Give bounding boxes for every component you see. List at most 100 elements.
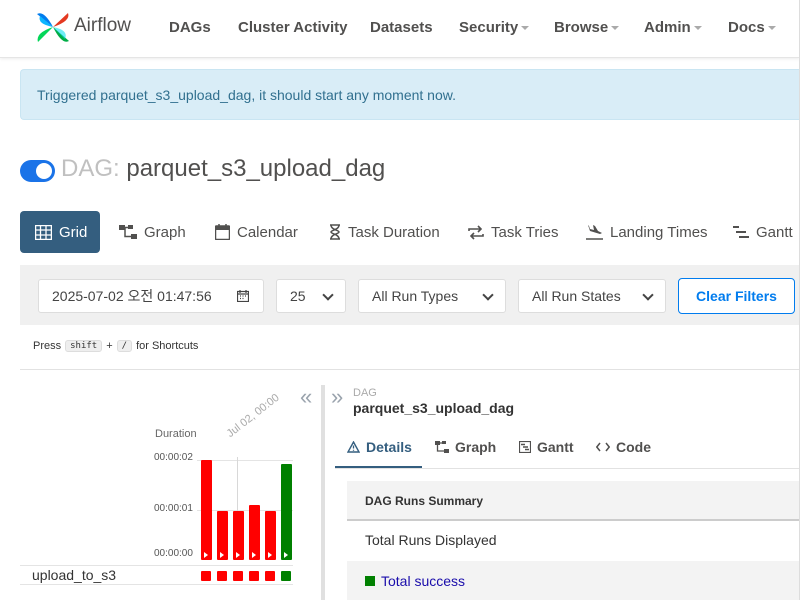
collapse-panel-icon[interactable]: « bbox=[300, 384, 312, 410]
task-instance-cell[interactable] bbox=[233, 571, 243, 581]
top-navbar: Airflow DAGs Cluster Activity Datasets S… bbox=[0, 0, 800, 58]
divider bbox=[20, 369, 800, 370]
run-duration-bar[interactable] bbox=[281, 464, 292, 560]
tab-graph-label: Graph bbox=[144, 223, 186, 241]
details-dag-label: DAG bbox=[353, 387, 377, 399]
tab-details-graph-label: Graph bbox=[455, 439, 497, 455]
nav-docs[interactable]: Docs bbox=[728, 19, 776, 36]
manual-trigger-icon bbox=[220, 552, 224, 558]
manual-trigger-icon bbox=[252, 552, 256, 558]
tab-details-graph[interactable]: Graph bbox=[435, 439, 496, 455]
page-title: DAG: parquet_s3_upload_dag bbox=[61, 155, 385, 183]
run-duration-bar[interactable] bbox=[217, 511, 228, 560]
tab-details-code[interactable]: Code bbox=[596, 439, 651, 455]
run-duration-bar[interactable] bbox=[249, 505, 260, 560]
tab-calendar[interactable]: Calendar bbox=[215, 211, 298, 253]
task-instance-cell[interactable] bbox=[249, 571, 259, 581]
manual-trigger-icon bbox=[204, 552, 208, 558]
tab-details[interactable]: Details bbox=[347, 439, 412, 455]
total-success-label[interactable]: Total success bbox=[381, 573, 465, 589]
task-instance-cell[interactable] bbox=[217, 571, 227, 581]
nav-security-label: Security bbox=[459, 19, 519, 36]
trigger-alert: Triggered parquet_s3_upload_dag, it shou… bbox=[20, 69, 800, 120]
duration-axis-label: Duration bbox=[155, 428, 197, 440]
tab-landing-times[interactable]: Landing Times bbox=[586, 211, 708, 253]
chevron-down-icon bbox=[642, 289, 654, 301]
run-type-value: All Run Types bbox=[372, 288, 459, 304]
chevron-down-icon bbox=[611, 26, 620, 31]
hourglass-icon bbox=[330, 224, 340, 240]
nav-datasets[interactable]: Datasets bbox=[370, 19, 433, 36]
chevron-down-icon bbox=[693, 26, 702, 31]
run-duration-bar[interactable] bbox=[265, 511, 276, 560]
details-dag-id[interactable]: parquet_s3_upload_dag bbox=[353, 400, 514, 416]
num-runs-value: 25 bbox=[290, 288, 306, 304]
task-instance-cell[interactable] bbox=[201, 571, 211, 581]
nav-dags[interactable]: DAGs bbox=[169, 19, 211, 36]
task-name[interactable]: upload_to_s3 bbox=[32, 567, 116, 583]
panel-resize-handle[interactable] bbox=[321, 385, 325, 600]
toggle-knob bbox=[36, 163, 52, 179]
shortcut-hint: Press shift + / for Shortcuts bbox=[33, 340, 198, 352]
task-instance-cell[interactable] bbox=[265, 571, 275, 581]
tab-landing-times-label: Landing Times bbox=[610, 223, 708, 241]
calendar-icon[interactable] bbox=[237, 290, 249, 302]
nav-security[interactable]: Security bbox=[459, 19, 530, 36]
nav-cluster-activity[interactable]: Cluster Activity bbox=[238, 19, 347, 36]
chevron-down-icon bbox=[767, 26, 776, 31]
num-runs-select[interactable]: 25 bbox=[276, 279, 346, 313]
chevron-down-icon bbox=[322, 289, 334, 301]
tab-task-tries[interactable]: Task Tries bbox=[468, 211, 559, 253]
expand-panel-icon[interactable]: » bbox=[331, 384, 343, 410]
graph-icon bbox=[119, 225, 137, 239]
task-row[interactable]: upload_to_s3 bbox=[20, 565, 293, 585]
tab-graph[interactable]: Graph bbox=[119, 211, 186, 253]
tab-calendar-label: Calendar bbox=[237, 223, 298, 241]
run-duration-bar[interactable] bbox=[201, 460, 212, 560]
manual-trigger-icon bbox=[268, 552, 272, 558]
run-type-select[interactable]: All Run Types bbox=[358, 279, 506, 313]
base-date-input[interactable]: 2025-07-02 오전 01:47:56 bbox=[38, 279, 264, 313]
warning-triangle-icon bbox=[347, 441, 360, 453]
total-runs-row: Total Runs Displayed bbox=[347, 521, 800, 561]
dag-id: parquet_s3_upload_dag bbox=[126, 155, 386, 182]
retry-icon bbox=[468, 224, 484, 240]
duration-tick: 00:00:02 bbox=[154, 452, 193, 463]
tab-grid-label: Grid bbox=[59, 223, 88, 241]
dag-pause-toggle[interactable] bbox=[20, 160, 55, 182]
nav-admin[interactable]: Admin bbox=[644, 19, 702, 36]
tab-grid[interactable]: Grid bbox=[20, 211, 100, 253]
gantt-icon bbox=[733, 225, 749, 238]
tabs-divider bbox=[335, 468, 800, 469]
summary-header: DAG Runs Summary bbox=[347, 481, 800, 521]
run-state-select[interactable]: All Run States bbox=[518, 279, 666, 313]
grid-icon bbox=[35, 224, 52, 240]
tab-gantt[interactable]: Gantt bbox=[733, 211, 793, 253]
code-icon bbox=[596, 442, 610, 452]
brand-name[interactable]: Airflow bbox=[74, 15, 131, 37]
tab-task-duration[interactable]: Task Duration bbox=[329, 211, 440, 253]
tab-details-gantt-label: Gantt bbox=[537, 439, 574, 455]
dag-prefix: DAG: bbox=[61, 155, 120, 182]
hint-plus: + bbox=[106, 340, 113, 352]
tab-details-gantt[interactable]: Gantt bbox=[519, 439, 574, 455]
graph-icon bbox=[435, 440, 449, 453]
nav-browse[interactable]: Browse bbox=[554, 19, 620, 36]
nav-admin-label: Admin bbox=[644, 19, 691, 36]
filter-bar: 2025-07-02 오전 01:47:56 25 All Run Types … bbox=[20, 265, 800, 325]
hint-press: Press bbox=[33, 340, 62, 352]
clear-filters-button[interactable]: Clear Filters bbox=[678, 278, 795, 314]
task-instance-cell[interactable] bbox=[281, 571, 291, 581]
nav-docs-label: Docs bbox=[728, 19, 765, 36]
duration-tick: 00:00:00 bbox=[154, 548, 193, 559]
total-success-row[interactable]: Total success bbox=[347, 561, 800, 600]
tab-details-label: Details bbox=[366, 439, 412, 455]
tab-task-duration-label: Task Duration bbox=[348, 223, 440, 241]
hint-suffix: for Shortcuts bbox=[136, 340, 199, 352]
airflow-logo-icon[interactable] bbox=[34, 8, 72, 46]
chevron-down-icon bbox=[521, 26, 530, 31]
calendar-icon bbox=[215, 224, 230, 240]
manual-trigger-icon bbox=[236, 552, 240, 558]
tab-task-tries-label: Task Tries bbox=[491, 223, 559, 241]
run-duration-bar[interactable] bbox=[233, 511, 244, 560]
